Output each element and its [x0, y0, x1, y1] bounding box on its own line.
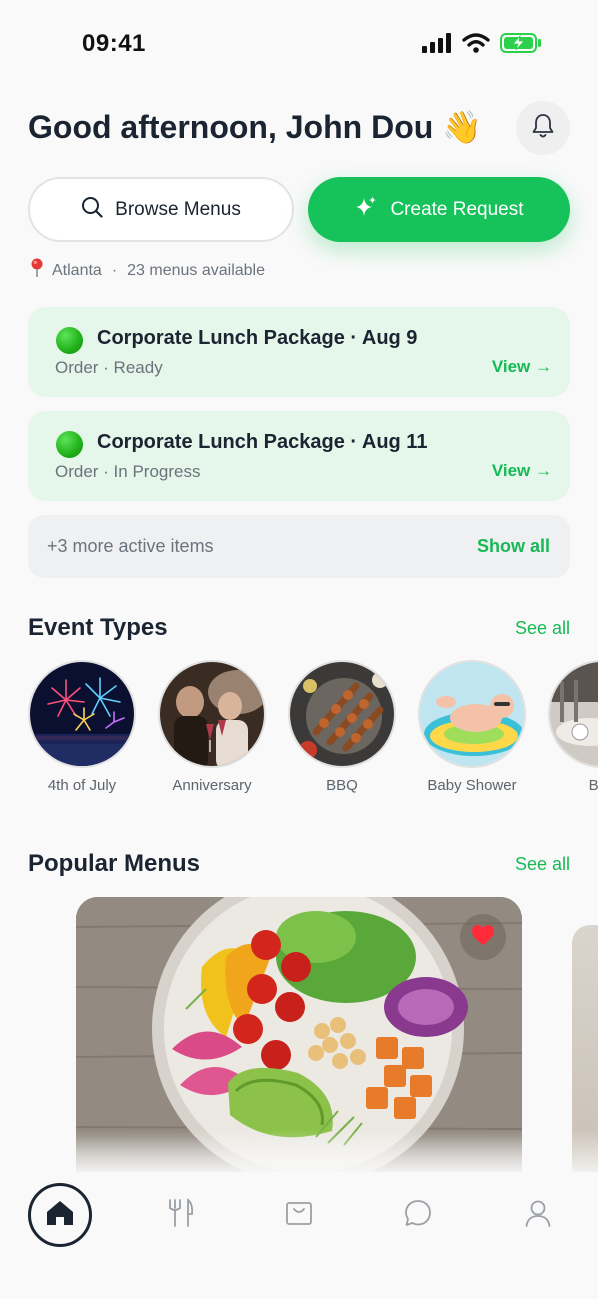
location-row: Atlanta · 23 menus available [30, 258, 265, 283]
create-request-label: Create Request [390, 198, 524, 220]
browse-menus-label: Browse Menus [115, 198, 241, 220]
utensils-icon [166, 1197, 194, 1233]
create-request-button[interactable]: Create Request [308, 177, 570, 242]
bell-icon [531, 113, 555, 144]
more-items-card: +3 more active items Show all [28, 515, 570, 578]
status-time: 09:41 [82, 30, 146, 57]
status-green-icon [56, 327, 83, 354]
event-image-anniversary [158, 660, 266, 768]
search-icon [81, 196, 103, 224]
location-city: Atlanta [52, 261, 102, 279]
wifi-icon [462, 33, 490, 58]
nav-orders[interactable] [267, 1183, 331, 1247]
event-types-title: Event Types [28, 614, 168, 641]
favorite-button[interactable] [460, 914, 506, 960]
order-title: Corporate Lunch Package · Aug 9 [97, 327, 418, 349]
location-separator: · [111, 261, 118, 279]
nav-menus[interactable] [148, 1183, 212, 1247]
order-view-link[interactable]: View → [492, 461, 552, 481]
order-view-link[interactable]: View → [492, 357, 552, 377]
event-type-item[interactable]: 4th of July [28, 660, 136, 794]
notifications-button[interactable] [516, 101, 570, 155]
pin-icon [30, 258, 44, 283]
home-screen: 09:41 Good afternoon, John Dou 👋 Browse … [0, 0, 598, 1299]
home-icon [46, 1200, 74, 1231]
event-type-label: Ban [588, 777, 598, 794]
event-type-item[interactable]: Baby Shower [418, 660, 526, 794]
nav-messages[interactable] [386, 1183, 450, 1247]
show-all-link[interactable]: Show all [477, 536, 550, 557]
profile-icon [524, 1199, 552, 1232]
order-title: Corporate Lunch Package · Aug 11 [97, 431, 428, 453]
popular-menus-see-all[interactable]: See all [515, 854, 570, 875]
greeting-title: Good afternoon, John Dou 👋 [28, 109, 483, 145]
order-status: Order · Ready [55, 358, 163, 377]
event-type-item[interactable]: Ban [548, 660, 598, 794]
order-card[interactable]: Corporate Lunch Package · Aug 9 Order · … [28, 307, 570, 397]
sparkles-icon [354, 195, 378, 225]
heart-icon [471, 924, 495, 951]
event-type-label: Anniversary [172, 777, 252, 794]
event-types-see-all[interactable]: See all [515, 618, 570, 639]
order-card[interactable]: Corporate Lunch Package · Aug 11 Order ·… [28, 411, 570, 501]
nav-profile[interactable] [506, 1183, 570, 1247]
event-type-item[interactable]: BBQ [288, 660, 396, 794]
order-status: Order · In Progress [55, 462, 201, 481]
more-items-text: +3 more active items [47, 536, 214, 556]
event-image-baby-shower [418, 660, 526, 768]
event-type-label: 4th of July [47, 777, 117, 794]
status-green-icon [56, 431, 83, 458]
event-type-item[interactable]: Anniversary [158, 660, 266, 794]
browse-menus-button[interactable]: Browse Menus [28, 177, 294, 242]
event-image-fireworks [28, 660, 136, 768]
chat-icon [404, 1199, 432, 1232]
event-image-banquet [548, 660, 598, 768]
event-type-label: BBQ [326, 777, 358, 794]
event-type-label: Baby Shower [427, 777, 517, 794]
bag-icon [285, 1200, 313, 1231]
nav-home[interactable] [28, 1183, 92, 1247]
menus-available: 23 menus available [127, 261, 266, 279]
battery-charging-icon [500, 33, 542, 58]
event-image-bbq [288, 660, 396, 768]
popular-menus-title: Popular Menus [28, 850, 201, 877]
status-icons [422, 33, 542, 58]
signal-icon [422, 33, 452, 58]
